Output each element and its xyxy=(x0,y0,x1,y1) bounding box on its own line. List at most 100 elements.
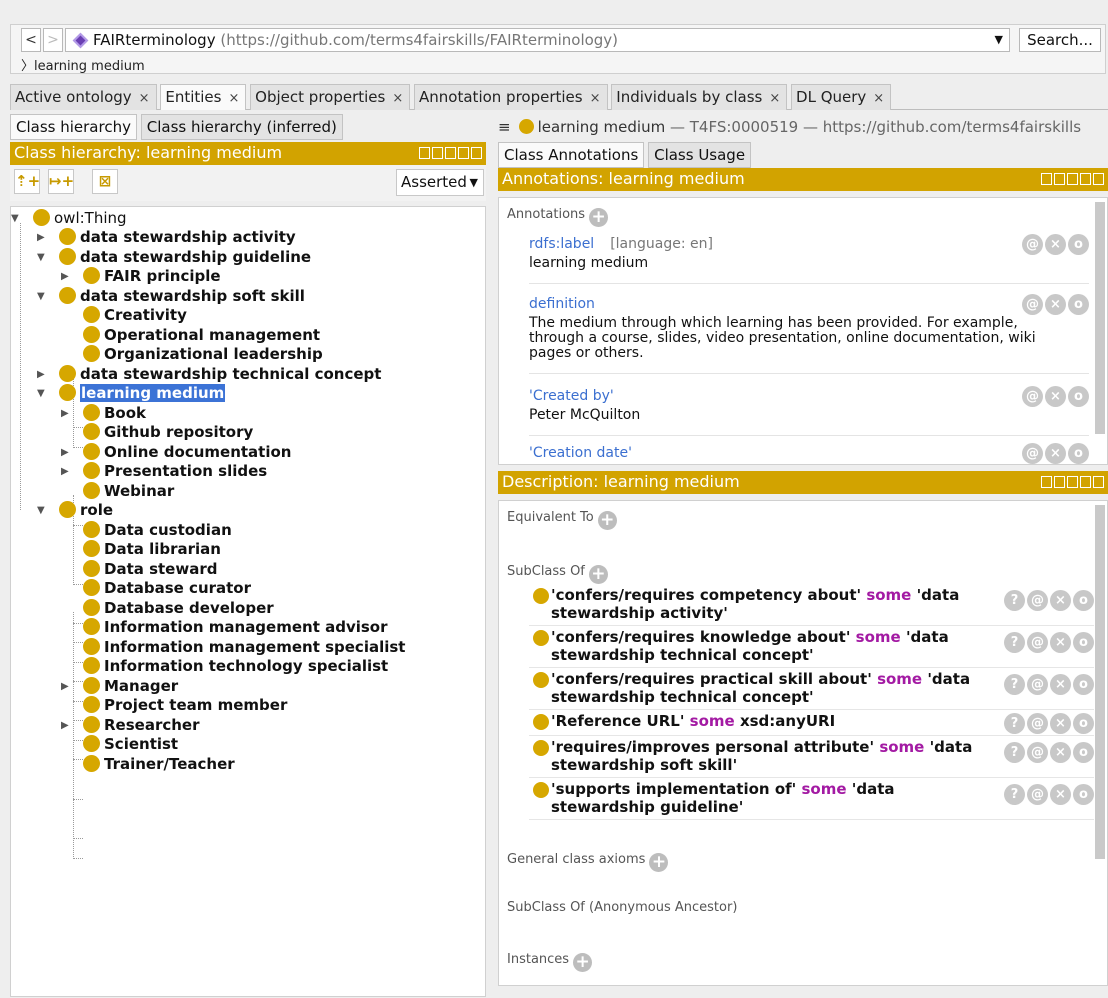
tree-node[interactable]: Github repository xyxy=(83,423,253,442)
tree-node[interactable]: ▶ data stewardship technical concept xyxy=(37,365,381,384)
annotate-icon[interactable]: @ xyxy=(1027,713,1048,734)
explain-icon[interactable]: ? xyxy=(1004,590,1025,611)
tree-node[interactable]: ▶ data stewardship activity xyxy=(37,228,296,247)
tree-node[interactable]: Information technology specialist xyxy=(83,657,388,676)
annotate-icon[interactable]: @ xyxy=(1022,443,1043,464)
tree-node[interactable]: Project team member xyxy=(83,696,287,715)
delete-icon[interactable]: × xyxy=(1045,386,1066,407)
delete-icon[interactable]: × xyxy=(1050,674,1071,695)
breadcrumb-item[interactable]: learning medium xyxy=(34,59,145,74)
annotation-item[interactable]: 'Created by' Peter McQuilton @ × o xyxy=(529,386,1089,436)
annotate-icon[interactable]: @ xyxy=(1022,234,1043,255)
delete-icon[interactable]: × xyxy=(1050,632,1071,653)
close-view-icon[interactable] xyxy=(1093,173,1104,185)
tree-node[interactable]: Database developer xyxy=(83,599,274,618)
back-button[interactable]: < xyxy=(21,28,41,52)
dropdown-caret-icon[interactable]: ▼ xyxy=(995,29,1003,51)
annotate-icon[interactable]: @ xyxy=(1027,674,1048,695)
breadcrumb[interactable]: 〉learning medium xyxy=(21,55,145,74)
explain-icon[interactable]: ? xyxy=(1004,713,1025,734)
tab-active-ontology[interactable]: Active ontology × xyxy=(10,84,157,110)
minimize-icon[interactable] xyxy=(445,147,456,159)
collapse-arrow-icon[interactable]: ▼ xyxy=(37,384,47,403)
tree-node[interactable]: ▶ Book xyxy=(61,404,146,423)
annotation-property[interactable]: 'Created by' xyxy=(529,388,614,404)
close-icon[interactable]: × xyxy=(873,91,884,106)
tab-entities[interactable]: Entities × xyxy=(160,84,247,110)
delete-icon[interactable]: × xyxy=(1050,742,1071,763)
close-icon[interactable]: × xyxy=(769,91,780,106)
tab-individuals-by-class[interactable]: Individuals by class × xyxy=(611,84,788,110)
tab-object-properties[interactable]: Object properties × xyxy=(250,84,411,110)
tab-class-hierarchy-inferred[interactable]: Class hierarchy (inferred) xyxy=(140,114,343,140)
subclass-axiom[interactable]: 'confers/requires knowledge about' some … xyxy=(529,628,1094,668)
delete-class-button[interactable]: ⊠ xyxy=(92,169,118,194)
tab-class-annotations[interactable]: Class Annotations xyxy=(498,142,645,168)
close-icon[interactable]: × xyxy=(590,91,601,106)
tree-node-selected[interactable]: ▼ learning medium xyxy=(37,384,226,403)
subclass-axiom[interactable]: 'confers/requires competency about' some… xyxy=(529,586,1094,626)
annotation-item[interactable]: rdfs:label [language: en] learning medium… xyxy=(529,234,1089,284)
close-icon[interactable]: × xyxy=(228,91,239,106)
annotation-item[interactable]: definition The medium through which lear… xyxy=(529,294,1089,374)
float-icon[interactable] xyxy=(1080,173,1091,185)
add-equivalent-icon[interactable]: + xyxy=(597,511,617,530)
tree-node[interactable]: Data steward xyxy=(83,560,217,579)
help-icon[interactable] xyxy=(419,147,430,159)
tree-node[interactable]: Data custodian xyxy=(83,521,232,540)
annotate-icon[interactable]: @ xyxy=(1022,386,1043,407)
edit-icon[interactable]: o xyxy=(1073,674,1094,695)
tree-node[interactable]: ▼ data stewardship guideline xyxy=(37,248,311,267)
add-subclass-button[interactable]: ⇡+ xyxy=(14,169,40,194)
add-general-axiom-icon[interactable]: + xyxy=(649,853,669,872)
expand-arrow-icon[interactable]: ▶ xyxy=(61,267,71,286)
tree-node[interactable]: ▼ role xyxy=(37,501,113,520)
float-icon[interactable] xyxy=(1080,476,1091,488)
search-button[interactable]: Search... xyxy=(1019,28,1101,52)
edit-icon[interactable]: o xyxy=(1068,234,1089,255)
annotate-icon[interactable]: @ xyxy=(1027,632,1048,653)
add-annotation-icon[interactable]: + xyxy=(589,208,609,227)
add-instance-icon[interactable]: + xyxy=(573,953,593,972)
annotation-item[interactable]: 'Creation date' @ × o xyxy=(529,443,1089,464)
edit-icon[interactable]: o xyxy=(1073,590,1094,611)
tree-node[interactable]: ▶ Presentation slides xyxy=(61,462,267,481)
tree-node[interactable]: Information management advisor xyxy=(83,618,388,637)
expand-arrow-icon[interactable]: ▶ xyxy=(61,677,71,696)
explain-icon[interactable]: ? xyxy=(1004,742,1025,763)
delete-icon[interactable]: × xyxy=(1050,713,1071,734)
float-icon[interactable] xyxy=(458,147,469,159)
expand-arrow-icon[interactable]: ▶ xyxy=(61,443,71,462)
annotation-property[interactable]: 'Creation date' xyxy=(529,445,632,461)
explain-icon[interactable]: ? xyxy=(1004,632,1025,653)
expand-arrow-icon[interactable]: ▶ xyxy=(61,462,71,481)
help-icon[interactable] xyxy=(1041,476,1052,488)
tree-node-owl-thing[interactable]: ▼ owl:Thing xyxy=(11,209,127,228)
tab-class-hierarchy[interactable]: Class hierarchy xyxy=(10,114,137,140)
subclass-axiom[interactable]: 'requires/improves personal attribute' s… xyxy=(529,738,1094,778)
add-superclass-icon[interactable]: + xyxy=(588,565,608,584)
minimize-icon[interactable] xyxy=(1067,173,1078,185)
close-view-icon[interactable] xyxy=(471,147,482,159)
delete-icon[interactable]: × xyxy=(1045,234,1066,255)
help-icon[interactable] xyxy=(1041,173,1052,185)
tab-class-usage[interactable]: Class Usage xyxy=(648,142,752,168)
split-icon[interactable] xyxy=(1054,476,1065,488)
close-icon[interactable]: × xyxy=(139,91,150,106)
collapse-arrow-icon[interactable]: ▼ xyxy=(37,287,47,306)
annotate-icon[interactable]: @ xyxy=(1022,294,1043,315)
tree-node[interactable]: Trainer/Teacher xyxy=(83,755,235,774)
tree-node[interactable]: ▶ Manager xyxy=(61,677,178,696)
hierarchy-mode-select[interactable]: Asserted ▼ xyxy=(396,169,484,196)
collapse-arrow-icon[interactable]: ▼ xyxy=(37,248,47,267)
tree-node[interactable]: Database curator xyxy=(83,579,251,598)
ontology-selector[interactable]: FAIRterminology (https://github.com/term… xyxy=(65,28,1010,52)
expand-arrow-icon[interactable]: ▶ xyxy=(61,404,71,423)
tree-node[interactable]: ▶ FAIR principle xyxy=(61,267,221,286)
expand-arrow-icon[interactable]: ▶ xyxy=(37,228,47,247)
menu-icon[interactable]: ≡ xyxy=(498,118,511,136)
tree-node[interactable]: ▶ Online documentation xyxy=(61,443,291,462)
annotate-icon[interactable]: @ xyxy=(1027,742,1048,763)
tab-annotation-properties[interactable]: Annotation properties × xyxy=(414,84,608,110)
edit-icon[interactable]: o xyxy=(1073,784,1094,805)
